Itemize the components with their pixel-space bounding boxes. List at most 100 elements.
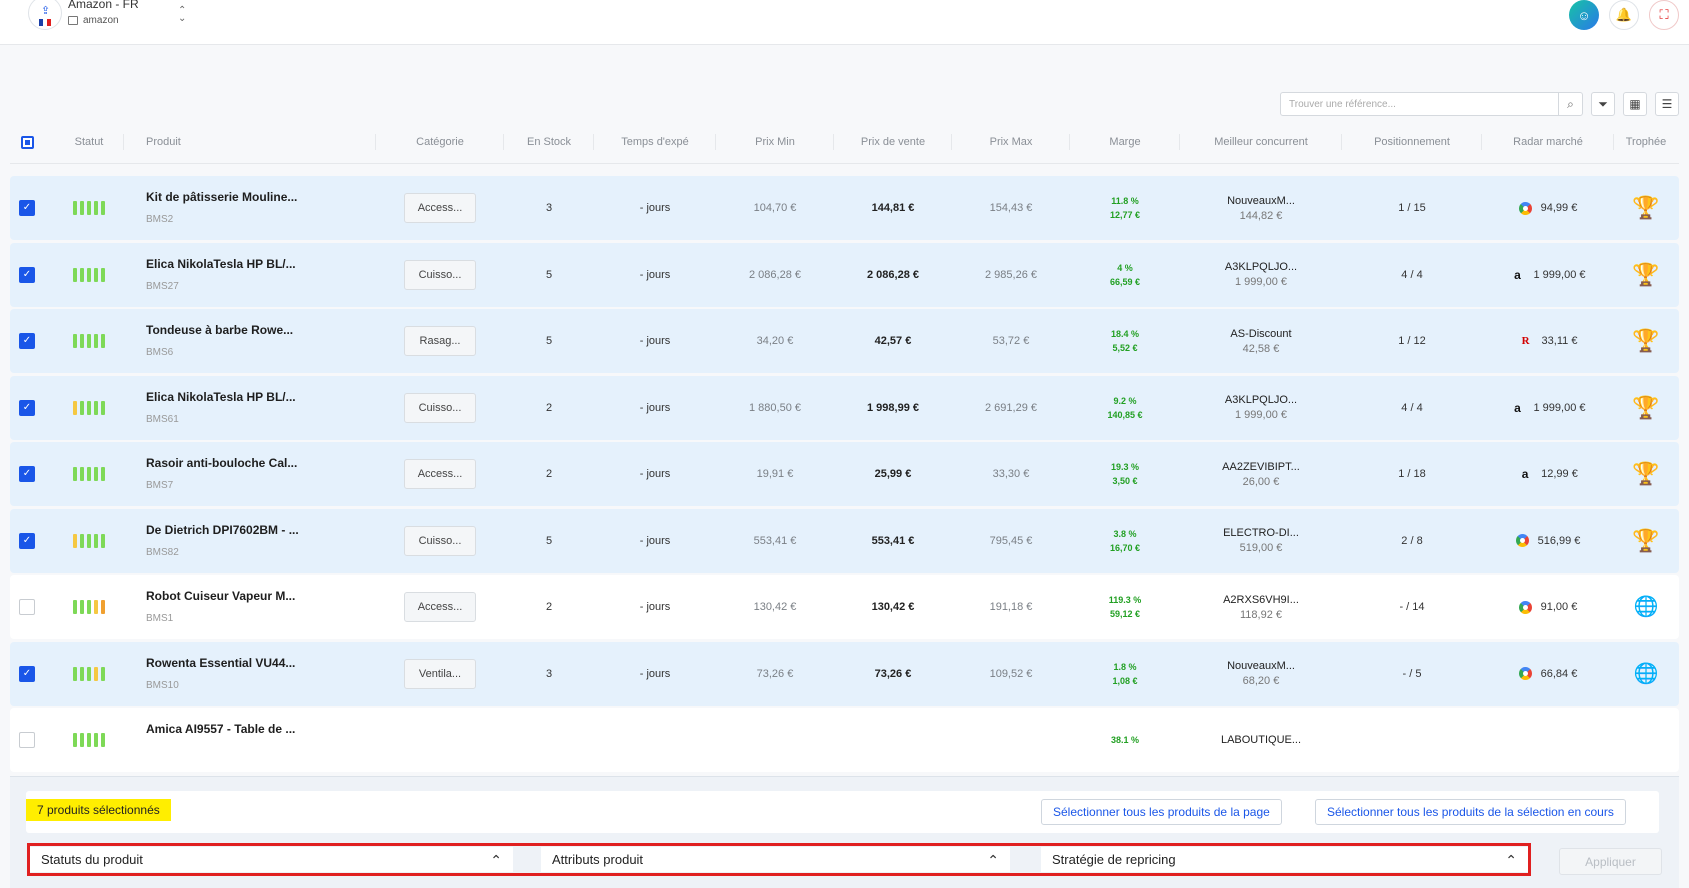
max-price-cell[interactable]: 2 691,29 € <box>952 376 1070 440</box>
checkbox-cell[interactable]: ✓ <box>10 509 44 573</box>
category-tag[interactable]: Access... <box>404 592 476 622</box>
checkbox-cell[interactable] <box>10 575 44 639</box>
sale-price-cell[interactable]: 130,42 € <box>834 575 952 639</box>
filter-repricing-strategy[interactable]: Stratégie de repricing ⌃ <box>1041 847 1528 872</box>
min-price-cell[interactable]: 553,41 € <box>716 509 834 573</box>
product-name[interactable]: Robot Cuiseur Vapeur M... <box>146 589 295 603</box>
grid-icon[interactable]: ▦ <box>1623 92 1647 116</box>
sale-price-cell[interactable]: 25,99 € <box>834 442 952 506</box>
radar-cell[interactable]: 91,00 € <box>1482 575 1614 639</box>
checkbox-cell[interactable]: ✓ <box>10 442 44 506</box>
select-page-button[interactable]: Sélectionner tous les produits de la pag… <box>1041 799 1282 825</box>
product-name[interactable]: Rasoir anti-bouloche Cal... <box>146 456 297 470</box>
bell-icon[interactable]: 🔔 <box>1609 0 1639 30</box>
row-checkbox[interactable]: ✓ <box>19 399 35 416</box>
min-price-cell[interactable]: 130,42 € <box>716 575 834 639</box>
min-price-cell[interactable]: 104,70 € <box>716 176 834 240</box>
chevron-updown-icon[interactable]: ⌃ ⌄ <box>178 6 186 24</box>
table-row[interactable]: ✓ Rasoir anti-bouloche Cal... BMS7 Access..… <box>10 442 1679 506</box>
assistant-bot-icon[interactable]: ☺ <box>1569 0 1599 30</box>
search-icon[interactable]: ⌕ <box>1558 93 1582 115</box>
sale-price-cell[interactable]: 42,57 € <box>834 309 952 373</box>
sale-price-cell[interactable]: 144,81 € <box>834 176 952 240</box>
scan-icon[interactable]: ⛶ <box>1649 0 1679 30</box>
category-tag[interactable]: Rasag... <box>404 326 476 356</box>
product-name[interactable]: Amica AI9557 - Table de ... <box>146 722 295 736</box>
table-row[interactable]: Robot Cuiseur Vapeur M... BMS1 Access... 2 -… <box>10 575 1679 639</box>
radar-cell[interactable]: R 33,11 € <box>1482 309 1614 373</box>
header-trophee[interactable]: Trophée <box>1614 126 1678 158</box>
header-prix-vente[interactable]: Prix de vente <box>834 126 952 158</box>
product-name[interactable]: Kit de pâtisserie Mouline... <box>146 190 297 204</box>
max-price-cell[interactable]: 53,72 € <box>952 309 1070 373</box>
max-price-cell[interactable]: 191,18 € <box>952 575 1070 639</box>
product-name[interactable]: Tondeuse à barbe Rowe... <box>146 323 293 337</box>
min-price-cell[interactable]: 34,20 € <box>716 309 834 373</box>
checkbox-cell[interactable]: ✓ <box>10 176 44 240</box>
category-tag[interactable]: Cuisso... <box>404 259 476 290</box>
table-row[interactable]: ✓ Rowenta Essential VU44... BMS10 Ventila..… <box>10 641 1679 706</box>
header-prix-min[interactable]: Prix Min <box>716 126 834 158</box>
table-row[interactable]: Amica AI9557 - Table de ... 38.1 % LABOUTI… <box>10 708 1679 772</box>
header-position[interactable]: Positionnement <box>1342 126 1482 158</box>
min-price-cell[interactable]: 19,91 € <box>716 442 834 506</box>
max-price-cell[interactable]: 109,52 € <box>952 642 1070 706</box>
header-radar[interactable]: Radar marché <box>1482 126 1614 158</box>
product-name[interactable]: Elica NikolaTesla HP BL/... <box>146 257 296 271</box>
table-row[interactable]: ✓ De Dietrich DPI7602BM - ... BMS82 Cuisso.… <box>10 508 1679 573</box>
product-name[interactable]: Rowenta Essential VU44... <box>146 656 295 670</box>
category-tag[interactable]: Cuisso... <box>404 525 476 556</box>
max-price-cell[interactable]: 154,43 € <box>952 176 1070 240</box>
sale-price-cell[interactable]: 1 998,99 € <box>834 376 952 440</box>
sale-price-cell[interactable]: 2 086,28 € <box>834 243 952 307</box>
header-marge[interactable]: Marge <box>1070 126 1180 158</box>
category-tag[interactable]: Cuisso... <box>404 392 476 423</box>
table-row[interactable]: ✓ Elica NikolaTesla HP BL/... BMS27 Cuisso.… <box>10 242 1679 307</box>
max-price-cell[interactable]: 33,30 € <box>952 442 1070 506</box>
row-checkbox[interactable]: ✓ <box>19 200 35 216</box>
list-icon[interactable]: ☰ <box>1655 92 1679 116</box>
header-statut[interactable]: Statut <box>54 126 124 158</box>
min-price-cell[interactable]: 2 086,28 € <box>716 243 834 307</box>
table-row[interactable]: ✓ Tondeuse à barbe Rowe... BMS6 Rasag... 5 - … <box>10 309 1679 373</box>
checkbox-cell[interactable] <box>10 708 44 772</box>
sale-price-cell[interactable]: 553,41 € <box>834 509 952 573</box>
max-price-cell[interactable]: 795,45 € <box>952 509 1070 573</box>
filter-icon[interactable]: ⏷ <box>1591 92 1615 116</box>
row-checkbox[interactable] <box>19 599 35 615</box>
filter-product-status[interactable]: Statuts du produit ⌃ <box>30 847 513 872</box>
checkbox-cell[interactable]: ✓ <box>10 309 44 373</box>
header-concurrent[interactable]: Meilleur concurrent <box>1180 126 1342 158</box>
checkbox-cell[interactable]: ✓ <box>10 642 44 706</box>
radar-cell[interactable]: 94,99 € <box>1482 176 1614 240</box>
row-checkbox[interactable]: ✓ <box>19 333 35 349</box>
row-checkbox[interactable]: ✓ <box>19 532 35 549</box>
header-categorie[interactable]: Catégorie <box>376 126 504 158</box>
product-name[interactable]: De Dietrich DPI7602BM - ... <box>146 523 299 537</box>
shop-switcher[interactable]: ⇪ Amazon - FR amazon <box>28 0 139 36</box>
radar-cell[interactable]: a 12,99 € <box>1482 442 1614 506</box>
select-all-button[interactable]: Sélectionner tous les produits de la sél… <box>1315 799 1626 825</box>
select-all-checkbox[interactable] <box>20 135 34 149</box>
row-checkbox[interactable]: ✓ <box>19 466 35 482</box>
checkbox-cell[interactable]: ✓ <box>10 243 44 307</box>
radar-cell[interactable]: 516,99 € <box>1482 509 1614 573</box>
max-price-cell[interactable]: 2 985,26 € <box>952 243 1070 307</box>
row-checkbox[interactable] <box>19 732 35 748</box>
product-name[interactable]: Elica NikolaTesla HP BL/... <box>146 390 296 404</box>
table-row[interactable]: ✓ Kit de pâtisserie Mouline... BMS2 Access.… <box>10 176 1679 240</box>
category-tag[interactable]: Access... <box>404 193 476 223</box>
min-price-cell[interactable]: 73,26 € <box>716 642 834 706</box>
row-checkbox[interactable]: ✓ <box>19 266 35 283</box>
min-price-cell[interactable]: 1 880,50 € <box>716 376 834 440</box>
header-produit[interactable]: Produit <box>146 126 376 158</box>
radar-cell[interactable]: a 1 999,00 € <box>1482 376 1614 440</box>
filter-product-attributes[interactable]: Attributs produit ⌃ <box>541 847 1010 872</box>
search-input[interactable] <box>1281 93 1558 115</box>
category-tag[interactable]: Access... <box>404 459 476 489</box>
radar-cell[interactable]: a 1 999,00 € <box>1482 243 1614 307</box>
radar-cell[interactable]: 66,84 € <box>1482 642 1614 706</box>
category-tag[interactable]: Ventila... <box>404 658 476 689</box>
header-prix-max[interactable]: Prix Max <box>952 126 1070 158</box>
table-row[interactable]: ✓ Elica NikolaTesla HP BL/... BMS61 Cuisso.… <box>10 375 1679 440</box>
